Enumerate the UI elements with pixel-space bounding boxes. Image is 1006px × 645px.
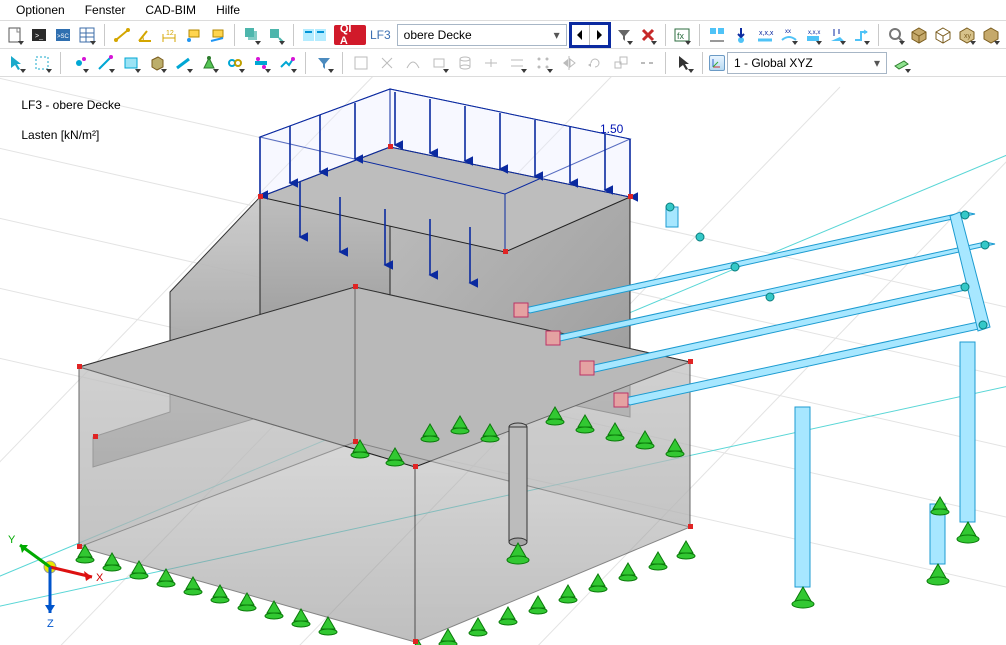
tool-line-create-icon[interactable] [93, 51, 117, 75]
tool-select-filter-icon[interactable] [672, 51, 696, 75]
tool-delete-loadcase-icon[interactable] [637, 23, 659, 47]
tool-filter-loadcase-icon[interactable] [613, 23, 635, 47]
tool-align-icon[interactable] [505, 51, 529, 75]
tool-array-icon[interactable] [531, 51, 555, 75]
tool-mirror-icon[interactable] [557, 51, 581, 75]
tool-rotate-icon[interactable] [583, 51, 607, 75]
svg-text:x,x,x: x,x,x [808, 30, 820, 36]
next-loadcase-button[interactable] [590, 25, 608, 45]
axis-z-label: Z [47, 618, 54, 630]
tool-dimension-icon[interactable]: 12 [158, 23, 180, 47]
load-magnitude-label: 1.50 [600, 122, 623, 136]
tool-3d-solid-icon[interactable] [980, 23, 1002, 47]
loadcase-id-label: LF3 [368, 28, 395, 42]
menu-bar: Optionen Fenster CAD-BIM Hilfe [0, 0, 1006, 20]
menu-hilfe[interactable]: Hilfe [206, 2, 250, 18]
coord-system-combo[interactable]: 1 - Global XYZ ▾ [727, 52, 887, 74]
tool-table-icon[interactable] [76, 23, 98, 47]
svg-text:12: 12 [166, 30, 174, 37]
tool-hinge-create-icon[interactable] [223, 51, 247, 75]
tool-3d-iso-icon[interactable] [909, 23, 931, 47]
tool-free-load-icon[interactable] [826, 23, 848, 47]
menu-fenster[interactable]: Fenster [75, 2, 136, 18]
tool-extend-icon[interactable] [349, 51, 373, 75]
tool-paste-block-icon[interactable] [265, 23, 287, 47]
tool-node-create-icon[interactable] [67, 51, 91, 75]
tool-result-diagram-icon[interactable] [706, 23, 728, 47]
toolbar-row-1: >_ >SC 12 [0, 20, 1006, 48]
tool-coord-node-icon[interactable] [182, 23, 204, 47]
tool-sets-icon[interactable] [275, 51, 299, 75]
menu-cadbim[interactable]: CAD-BIM [135, 2, 206, 18]
loadcase-nav-pair-highlighted [569, 22, 611, 48]
tool-box-icon[interactable] [427, 51, 451, 75]
tool-measure-line-icon[interactable] [111, 23, 133, 47]
qa-badge: QI A [334, 25, 366, 45]
prev-loadcase-button[interactable] [572, 25, 590, 45]
tool-solid-create-icon[interactable] [145, 51, 169, 75]
tool-new-icon[interactable] [4, 23, 26, 47]
tool-load-cases-overview-icon[interactable] [300, 23, 332, 47]
svg-text:fx: fx [677, 31, 685, 41]
tool-view-zoom-all-icon[interactable] [885, 23, 907, 47]
tool-surface-create-icon[interactable] [119, 51, 143, 75]
svg-text:x,x,x: x,x,x [759, 30, 774, 37]
viewport-3d[interactable]: X Y Z LF3 - obere Decke Lasten [kN/m²] 1… [0, 76, 1006, 645]
toolbars: >_ >SC 12 [0, 20, 1006, 76]
tool-select-box-icon[interactable] [30, 51, 54, 75]
viewport-info-line2: Lasten [kN/m²] [21, 128, 99, 142]
tool-support-create-icon[interactable] [197, 51, 221, 75]
scene-svg: X Y Z [0, 77, 1006, 645]
coord-system-combo-text: 1 - Global XYZ [734, 56, 864, 70]
tool-node-load-icon[interactable] [730, 23, 752, 47]
tool-trim-icon[interactable] [375, 51, 399, 75]
tool-imposed-deform-icon[interactable] [850, 23, 872, 47]
tool-copy-block-icon[interactable] [241, 23, 263, 47]
tool-releases-icon[interactable] [249, 51, 273, 75]
tool-scale-icon[interactable] [609, 51, 633, 75]
tool-coord-member-icon[interactable] [206, 23, 228, 47]
tool-view-direction-icon[interactable]: xy [956, 23, 978, 47]
tool-divide-icon[interactable] [479, 51, 503, 75]
tool-break-icon[interactable] [635, 51, 659, 75]
tool-line-load-icon[interactable]: xx [778, 23, 800, 47]
tool-member-load-icon[interactable]: x,x,x [754, 23, 776, 47]
tool-calc-params-icon[interactable]: fx [671, 23, 693, 47]
viewport-info-line1: LF3 - obere Decke [21, 98, 120, 112]
tool-3d-wire-icon[interactable] [932, 23, 954, 47]
tool-script-icon[interactable]: >SC [52, 23, 74, 47]
tool-measure-angle-icon[interactable] [135, 23, 157, 47]
axis-y-label: Y [8, 534, 16, 546]
svg-text:>_: >_ [35, 33, 43, 40]
tool-select-arrow-icon[interactable] [4, 51, 28, 75]
tool-area-load-icon[interactable]: x,x,x [802, 23, 824, 47]
coord-system-icon [709, 55, 725, 71]
round-column [509, 423, 527, 546]
chevron-down-icon: ▾ [550, 28, 564, 42]
tool-console-icon[interactable]: >_ [28, 23, 50, 47]
chevron-down-icon: ▾ [870, 56, 884, 70]
tool-member-create-icon[interactable] [171, 51, 195, 75]
tool-workplane-icon[interactable] [889, 51, 913, 75]
loadcase-combo[interactable]: obere Decke ▾ [397, 24, 567, 46]
loadcase-combo-text: obere Decke [404, 28, 544, 42]
tool-filter-icon[interactable] [312, 51, 336, 75]
svg-text:>SC: >SC [57, 34, 70, 40]
svg-text:xx: xx [785, 29, 791, 35]
toolbar-row-2: 1 - Global XYZ ▾ [0, 48, 1006, 76]
viewport-info-overlay: LF3 - obere Decke Lasten [kN/m²] [8, 83, 121, 158]
menu-optionen[interactable]: Optionen [6, 2, 75, 18]
tool-curve-icon[interactable] [401, 51, 425, 75]
axis-x-label: X [96, 572, 104, 584]
svg-text:xy: xy [964, 33, 972, 40]
tool-cylinder-icon[interactable] [453, 51, 477, 75]
